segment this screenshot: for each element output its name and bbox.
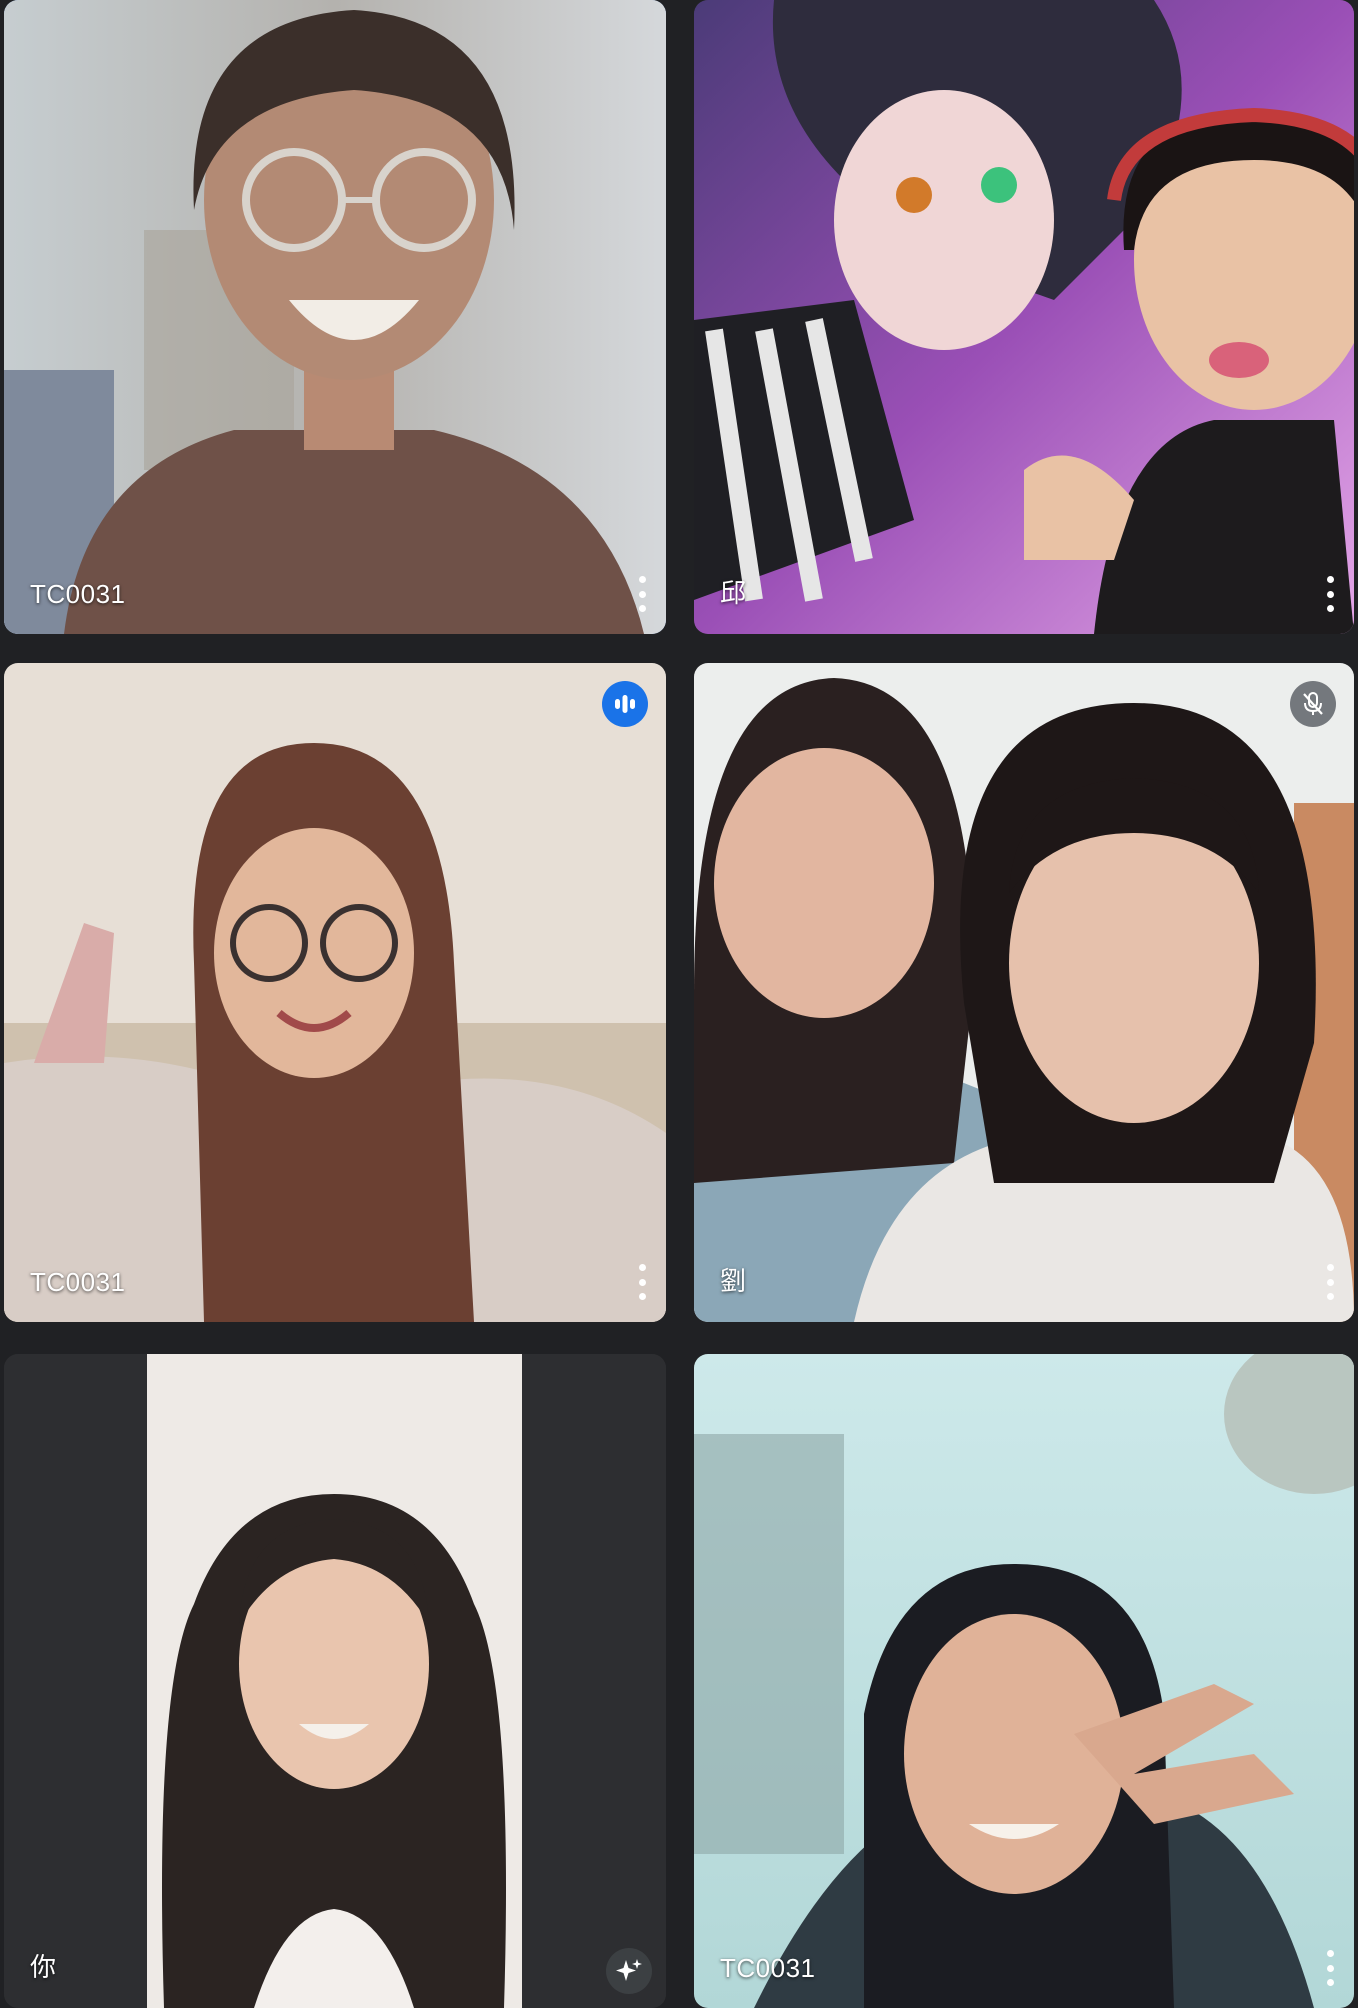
self-view-tile[interactable]: 你: [4, 1354, 666, 2008]
participant-tile-6[interactable]: TC0031: [694, 1354, 1354, 2008]
participant-tile-2[interactable]: 邱: [694, 0, 1354, 634]
more-vert-icon: [1326, 576, 1334, 583]
participant-video-3: [4, 663, 666, 1322]
more-vert-icon: [638, 576, 646, 583]
more-options-button[interactable]: [1324, 1264, 1336, 1300]
participant-tile-1[interactable]: TC0031: [4, 0, 666, 634]
more-vert-icon: [638, 1264, 646, 1271]
audio-level-icon: [615, 695, 635, 713]
effects-button[interactable]: [606, 1948, 652, 1994]
more-options-button[interactable]: [636, 1264, 648, 1300]
participant-video-6: [694, 1354, 1354, 2008]
more-vert-icon: [1326, 1950, 1334, 1957]
participant-name: TC0031: [30, 579, 126, 609]
muted-indicator: [1290, 681, 1336, 727]
more-options-button[interactable]: [636, 576, 648, 612]
participant-name: TC0031: [30, 1267, 126, 1297]
participant-tile-4[interactable]: 劉: [694, 663, 1354, 1322]
participant-video-4: [694, 663, 1354, 1322]
participant-video-2: [694, 0, 1354, 634]
participant-name: 邱: [720, 578, 747, 608]
participant-tile-3[interactable]: TC0031: [4, 663, 666, 1322]
more-vert-icon: [1326, 1264, 1334, 1271]
participant-name: 你: [30, 1952, 57, 1982]
speaking-indicator: [602, 681, 648, 727]
participant-name: TC0031: [720, 1953, 816, 1983]
participant-name: 劉: [720, 1266, 747, 1296]
sparkle-effects-icon: [616, 1959, 642, 1981]
self-video: [4, 1354, 666, 2008]
more-options-button[interactable]: [1324, 1950, 1336, 1986]
more-options-button[interactable]: [1324, 576, 1336, 612]
participant-video-1: [4, 0, 666, 634]
mic-off-icon: [1303, 692, 1323, 715]
